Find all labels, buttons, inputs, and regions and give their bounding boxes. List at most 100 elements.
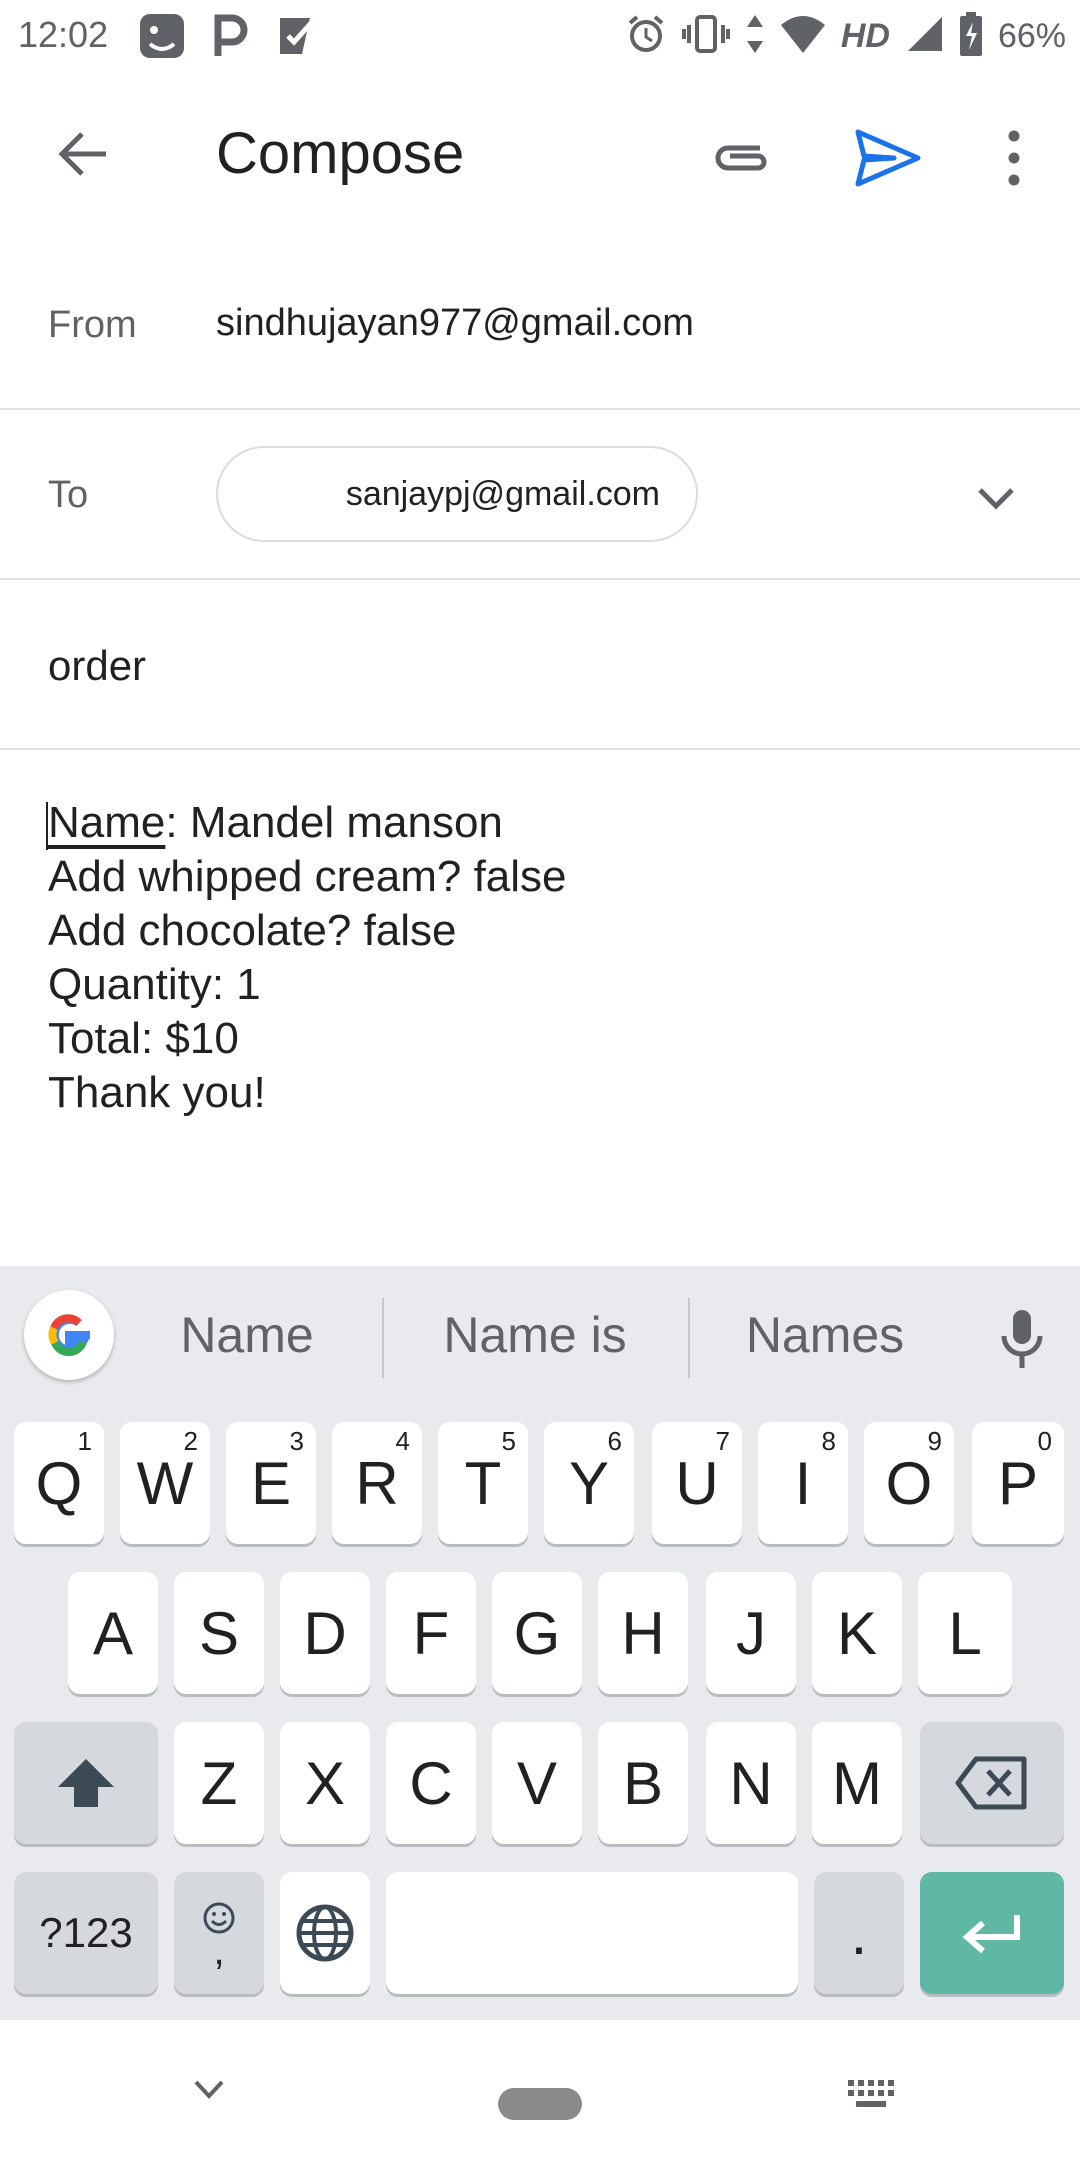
key-d[interactable]: D xyxy=(280,1572,370,1694)
suggestion-strip: Name Name is Names xyxy=(0,1266,1080,1408)
key-m[interactable]: M xyxy=(812,1722,902,1844)
key-t[interactable]: T5 xyxy=(438,1422,528,1544)
globe-icon xyxy=(296,1904,354,1962)
key-s[interactable]: S xyxy=(174,1572,264,1694)
key-q[interactable]: Q1 xyxy=(14,1422,104,1544)
key-hint: 6 xyxy=(607,1426,622,1456)
soft-keyboard: Name Name is Names Q1 W2 E3 R4 T5 Y6 U7 … xyxy=(0,1266,1080,2020)
send-icon[interactable] xyxy=(850,120,926,196)
p-app-icon xyxy=(208,10,252,67)
status-right-group: HD 66% xyxy=(625,12,1066,61)
key-r[interactable]: R4 xyxy=(332,1422,422,1544)
key-i[interactable]: I8 xyxy=(758,1422,848,1544)
key-hint: 8 xyxy=(821,1426,836,1456)
key-label: P xyxy=(997,1449,1039,1517)
microphone-icon[interactable] xyxy=(994,1306,1050,1372)
key-b[interactable]: B xyxy=(598,1722,688,1844)
key-hint: 9 xyxy=(927,1426,942,1456)
from-address[interactable]: sindhujayan977@gmail.com xyxy=(216,302,694,345)
tasks-app-icon xyxy=(274,10,322,67)
key-k[interactable]: K xyxy=(812,1572,902,1694)
battery-charging-icon xyxy=(958,12,984,61)
suggestion-item[interactable]: Name xyxy=(134,1306,360,1364)
key-label: W xyxy=(136,1449,194,1517)
body-line: Add chocolate? false xyxy=(48,906,457,955)
key-c[interactable]: C xyxy=(386,1722,476,1844)
key-y[interactable]: Y6 xyxy=(544,1422,634,1544)
navigation-bar xyxy=(0,2020,1080,2160)
symbols-key[interactable]: ?123 xyxy=(14,1872,158,1994)
key-o[interactable]: O9 xyxy=(864,1422,954,1544)
key-l[interactable]: L xyxy=(918,1572,1012,1694)
backspace-key[interactable] xyxy=(920,1722,1064,1844)
body-line: Total: $10 xyxy=(48,1014,239,1063)
key-w[interactable]: W2 xyxy=(120,1422,210,1544)
hide-keyboard-icon[interactable] xyxy=(186,2066,232,2112)
comma-emoji-key[interactable]: , xyxy=(174,1872,264,1994)
key-z[interactable]: Z xyxy=(174,1722,264,1844)
body-field[interactable]: Name: Mandel manson Add whipped cream? f… xyxy=(48,796,1048,1120)
key-x[interactable]: X xyxy=(280,1722,370,1844)
key-hint: 1 xyxy=(77,1426,92,1456)
key-hint: 7 xyxy=(715,1426,730,1456)
key-j[interactable]: J xyxy=(706,1572,796,1694)
chevron-down-icon[interactable] xyxy=(968,470,1024,526)
vibrate-icon xyxy=(681,13,731,60)
key-label: Y xyxy=(568,1449,610,1517)
subject-field[interactable]: order xyxy=(48,642,146,690)
from-label: From xyxy=(48,304,137,346)
key-label: Q xyxy=(35,1449,83,1517)
enter-key[interactable] xyxy=(920,1872,1064,1994)
attach-paperclip-icon[interactable] xyxy=(706,122,778,194)
subject-row[interactable]: order xyxy=(0,580,1080,750)
from-row[interactable]: From sindhujayan977@gmail.com xyxy=(0,240,1080,410)
hd-badge: HD xyxy=(840,17,890,55)
recipient-chip[interactable]: sanjaypj@gmail.com xyxy=(216,446,698,542)
body-line-rest: : Mandel manson xyxy=(165,798,503,847)
keyboard-switch-icon[interactable] xyxy=(846,2078,896,2110)
body-line: Add whipped cream? false xyxy=(48,852,567,901)
comma-label: , xyxy=(213,1929,225,1973)
key-u[interactable]: U7 xyxy=(652,1422,742,1544)
key-v[interactable]: V xyxy=(492,1722,582,1844)
more-options-icon[interactable] xyxy=(990,120,1038,196)
body-line: Thank you! xyxy=(48,1068,266,1117)
space-key[interactable] xyxy=(386,1872,798,1994)
to-row[interactable]: To sanjaypj@gmail.com xyxy=(0,410,1080,580)
shift-key[interactable] xyxy=(14,1722,158,1844)
suggestion-divider xyxy=(688,1298,690,1378)
key-n[interactable]: N xyxy=(706,1722,796,1844)
key-h[interactable]: H xyxy=(598,1572,688,1694)
compose-toolbar: Compose xyxy=(0,74,1080,240)
home-pill[interactable] xyxy=(498,2088,582,2120)
period-key[interactable]: . xyxy=(814,1872,904,1994)
suggestion-item[interactable]: Name is xyxy=(404,1306,666,1364)
key-hint: 0 xyxy=(1037,1426,1052,1456)
page-title: Compose xyxy=(216,121,465,186)
body-line: Name: Mandel manson xyxy=(48,796,1048,850)
key-a[interactable]: A xyxy=(68,1572,158,1694)
key-p[interactable]: P0 xyxy=(972,1422,1064,1544)
google-g-icon[interactable] xyxy=(24,1290,114,1380)
key-label: O xyxy=(885,1449,933,1517)
key-hint: 3 xyxy=(289,1426,304,1456)
shift-arrow-icon xyxy=(58,1759,114,1807)
key-hint: 4 xyxy=(395,1426,410,1456)
key-label: R xyxy=(355,1449,399,1517)
alarm-icon xyxy=(625,13,667,60)
wifi-icon xyxy=(779,13,827,60)
status-bar: 12:02 HD 66% xyxy=(0,0,1080,74)
recipient-chip-label: sanjaypj@gmail.com xyxy=(345,474,660,513)
key-g[interactable]: G xyxy=(492,1572,582,1694)
body-line: Quantity: 1 xyxy=(48,960,261,1009)
key-hint: 5 xyxy=(501,1426,516,1456)
to-label: To xyxy=(48,474,89,516)
key-f[interactable]: F xyxy=(386,1572,476,1694)
key-label: U xyxy=(675,1449,719,1517)
suggestion-item[interactable]: Names xyxy=(712,1306,938,1364)
language-key[interactable] xyxy=(280,1872,370,1994)
key-e[interactable]: E3 xyxy=(226,1422,316,1544)
battery-percent: 66% xyxy=(997,17,1066,55)
backspace-icon xyxy=(955,1756,1027,1810)
back-arrow-icon[interactable] xyxy=(48,118,120,190)
